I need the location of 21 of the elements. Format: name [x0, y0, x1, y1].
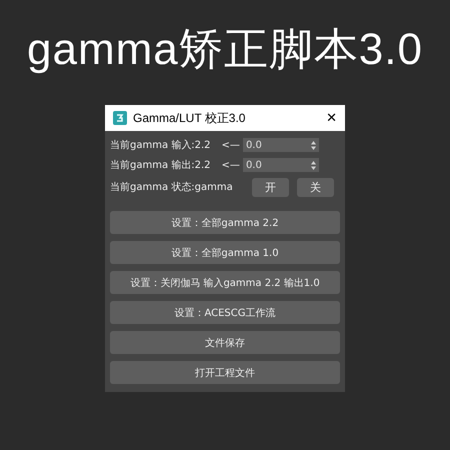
gamma-label: 当前gamma 输出:2.2	[110, 158, 211, 172]
action-button[interactable]: 设置：全部gamma 2.2	[110, 211, 340, 234]
window-title: Gamma/LUT 校正3.0	[133, 110, 246, 126]
action-button[interactable]: 文件保存	[110, 331, 340, 354]
app-icon	[113, 111, 127, 125]
spinner-arrows-icon[interactable]	[310, 160, 316, 170]
action-button[interactable]: 打开工程文件	[110, 361, 340, 384]
toggle-button[interactable]: 开	[252, 178, 289, 196]
number-spinner[interactable]: 0.0	[242, 138, 319, 152]
spinner-arrows-icon[interactable]	[310, 140, 316, 150]
number-spinner[interactable]: 0.0	[242, 158, 319, 172]
arrow-label: <—	[222, 160, 240, 170]
arrow-label: <—	[222, 140, 240, 150]
action-button[interactable]: 设置：ACESCG工作流	[110, 301, 340, 324]
poster-title: gamma矫正脚本3.0	[27, 24, 423, 76]
close-button[interactable]: ✕	[326, 110, 337, 126]
gamma-label: 当前gamma 状态:gamma	[110, 180, 234, 194]
action-button[interactable]: 设置：关闭伽马 输入gamma 2.2 输出1.0	[110, 271, 340, 294]
toggle-button[interactable]: 关	[297, 178, 334, 196]
gamma-label: 当前gamma 输入:2.2	[110, 138, 211, 152]
action-button[interactable]: 设置：全部gamma 1.0	[110, 241, 340, 264]
